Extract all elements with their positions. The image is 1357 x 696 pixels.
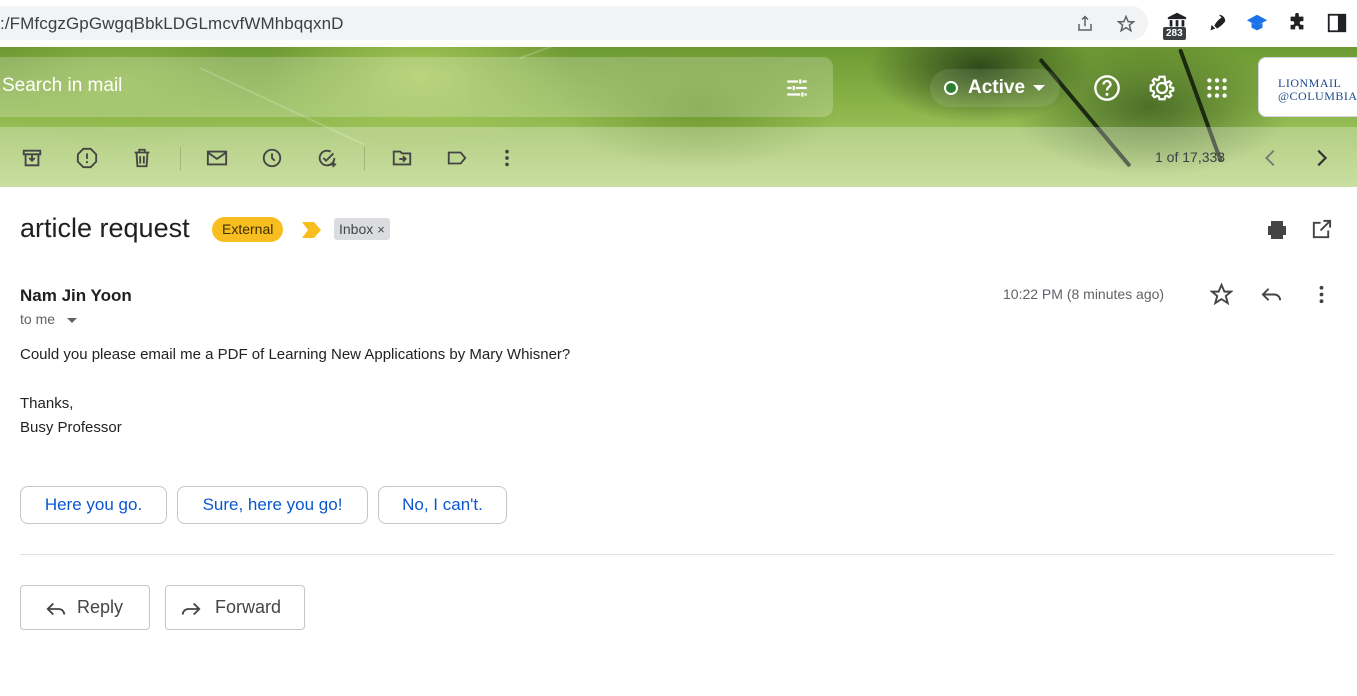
bookmark-star-icon[interactable]: [1117, 15, 1135, 33]
toolbar-divider: [180, 147, 181, 171]
chevron-right-icon[interactable]: [1310, 147, 1332, 169]
snooze-clock-icon[interactable]: [261, 147, 283, 169]
remove-label-icon[interactable]: ×: [377, 222, 385, 237]
search-input[interactable]: [2, 75, 602, 97]
importance-marker-icon[interactable]: [302, 222, 322, 238]
email-body-line: Thanks,: [20, 395, 74, 412]
smart-reply-button[interactable]: Sure, here you go!: [177, 486, 368, 524]
search-box[interactable]: [0, 57, 833, 117]
status-label: Active: [968, 77, 1026, 98]
recipient-summary: to me: [20, 311, 56, 327]
share-icon[interactable]: [1076, 15, 1094, 33]
report-spam-icon[interactable]: [76, 147, 98, 169]
more-vertical-icon[interactable]: [496, 147, 518, 169]
toolbar-divider: [364, 147, 365, 171]
content-divider: [20, 554, 1334, 555]
email-body-line: Could you please email me a PDF of Learn…: [20, 346, 571, 363]
email-timestamp: 10:22 PM (8 minutes ago): [1003, 286, 1165, 302]
status-selector[interactable]: Active: [930, 69, 1060, 107]
gear-icon[interactable]: [1147, 73, 1177, 103]
extension-badge: 283: [1163, 27, 1186, 40]
label-inbox-text: Inbox: [339, 221, 374, 237]
label-icon[interactable]: [446, 147, 468, 169]
logo-text-line2: @COLUMBIA: [1278, 89, 1357, 103]
status-dot: [944, 81, 958, 95]
chevron-left-icon[interactable]: [1260, 147, 1282, 169]
chevron-down-icon[interactable]: [67, 318, 77, 323]
trash-icon[interactable]: [131, 147, 153, 169]
url-text[interactable]: :/FMfcgzGpGwgqBbkLDGLmcvfWMhbqqxnD: [0, 14, 344, 34]
forward-icon: [181, 602, 201, 616]
lionmail-logo[interactable]: LIONMAIL @COLUMBIA: [1258, 57, 1357, 117]
open-in-new-window-icon[interactable]: [1310, 218, 1333, 241]
reply-button-label: Reply: [77, 597, 124, 617]
graduation-cap-icon[interactable]: [1246, 12, 1268, 34]
gmail-header: Active LIONMAIL @COLUMBIA 1 of 17,333: [0, 47, 1357, 187]
reply-icon[interactable]: [1260, 283, 1283, 306]
rocket-icon[interactable]: [1206, 12, 1228, 34]
more-vertical-icon[interactable]: [1310, 283, 1333, 306]
message-toolbar: 1 of 17,333: [0, 127, 1357, 187]
mark-unread-icon[interactable]: [206, 147, 228, 169]
email-subject: article request: [20, 213, 190, 243]
email-body-line: Busy Professor: [20, 419, 122, 436]
forward-button-label: Forward: [215, 597, 282, 617]
puzzle-extensions-icon[interactable]: [1286, 12, 1308, 34]
help-icon[interactable]: [1093, 74, 1121, 102]
add-task-icon[interactable]: [316, 147, 338, 169]
star-icon[interactable]: [1210, 283, 1233, 306]
move-to-icon[interactable]: [391, 147, 413, 169]
apps-grid-icon[interactable]: [1204, 75, 1230, 101]
address-bar[interactable]: :/FMfcgzGpGwgqBbkLDGLmcvfWMhbqqxnD: [0, 6, 1148, 40]
chevron-down-icon: [1033, 85, 1045, 91]
browser-bar: :/FMfcgzGpGwgqBbkLDGLmcvfWMhbqqxnD 283: [0, 0, 1357, 47]
reply-icon: [46, 602, 66, 616]
reply-button[interactable]: Reply: [20, 585, 150, 630]
smart-reply-button[interactable]: Here you go.: [20, 486, 167, 524]
message-page-count: 1 of 17,333: [1155, 149, 1226, 165]
archive-icon[interactable]: [21, 147, 43, 169]
sender-name[interactable]: Nam Jin Yoon: [20, 286, 132, 306]
side-panel-icon[interactable]: [1326, 12, 1348, 34]
print-icon[interactable]: [1265, 218, 1289, 242]
label-external[interactable]: External: [212, 217, 284, 242]
forward-button[interactable]: Forward: [165, 585, 305, 630]
search-options-icon[interactable]: [784, 75, 810, 101]
smart-reply-button[interactable]: No, I can't.: [378, 486, 507, 524]
label-inbox[interactable]: Inbox ×: [334, 218, 390, 240]
